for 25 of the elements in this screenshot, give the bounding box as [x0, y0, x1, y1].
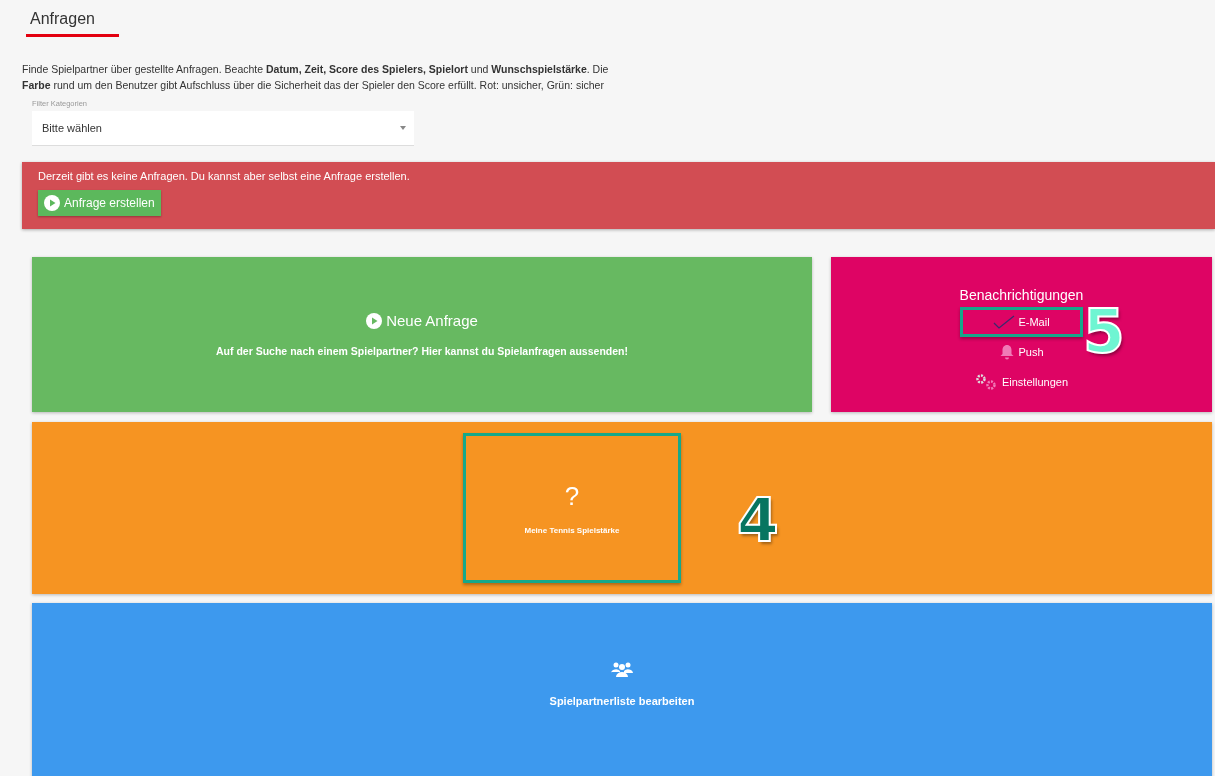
caret-icon: [400, 126, 406, 130]
partner-list-card[interactable]: Spielpartnerliste bearbeiten: [32, 603, 1212, 776]
card-label: Spielpartnerliste bearbeiten: [549, 695, 695, 707]
bell-icon: [999, 344, 1016, 360]
skill-label: Meine Tennis Spielstärke: [524, 526, 620, 535]
category-select[interactable]: Bitte wählen: [32, 111, 414, 146]
description-text: Farbe rund um den Benutzer gibt Aufschluss über die Sicherheit das der Spieler den Score erfüllt. Rot: unsicher, Grün: sicher: [22, 78, 605, 93]
gears-icon: [974, 374, 999, 390]
card-title: Benachrichtigungen: [959, 287, 1084, 303]
users-icon: [611, 661, 633, 677]
page-title: Anfragen: [26, 10, 119, 37]
description-text: Finde Spielpartner über gestellte Anfragen. Beachte Datum, Zeit, Score des Spielers, Spielort und Wunschspielstärke. Die: [22, 62, 610, 77]
notification-option[interactable]: Push: [966, 337, 1077, 367]
play-icon: [44, 195, 60, 211]
card-title: Neue Anfrage: [386, 312, 478, 329]
callout-number: 4: [737, 490, 779, 550]
card-subtitle: Auf der Suche nach einem Spielpartner? Hier kannst du Spielanfragen aussenden!: [216, 345, 628, 357]
play-icon: [366, 312, 383, 329]
question-mark: ?: [564, 481, 580, 512]
notification-option[interactable]: E-Mail: [960, 307, 1083, 337]
notification-option[interactable]: Einstellungen: [941, 367, 1102, 397]
create-request-button[interactable]: Anfrage erstellen: [38, 190, 161, 216]
check-icon: [993, 315, 1016, 329]
alert-message: Derzeit gibt es keine Anfragen. Du kannst aber selbst eine Anfrage erstellen.: [38, 170, 410, 182]
callout-number: 5: [1083, 301, 1125, 361]
